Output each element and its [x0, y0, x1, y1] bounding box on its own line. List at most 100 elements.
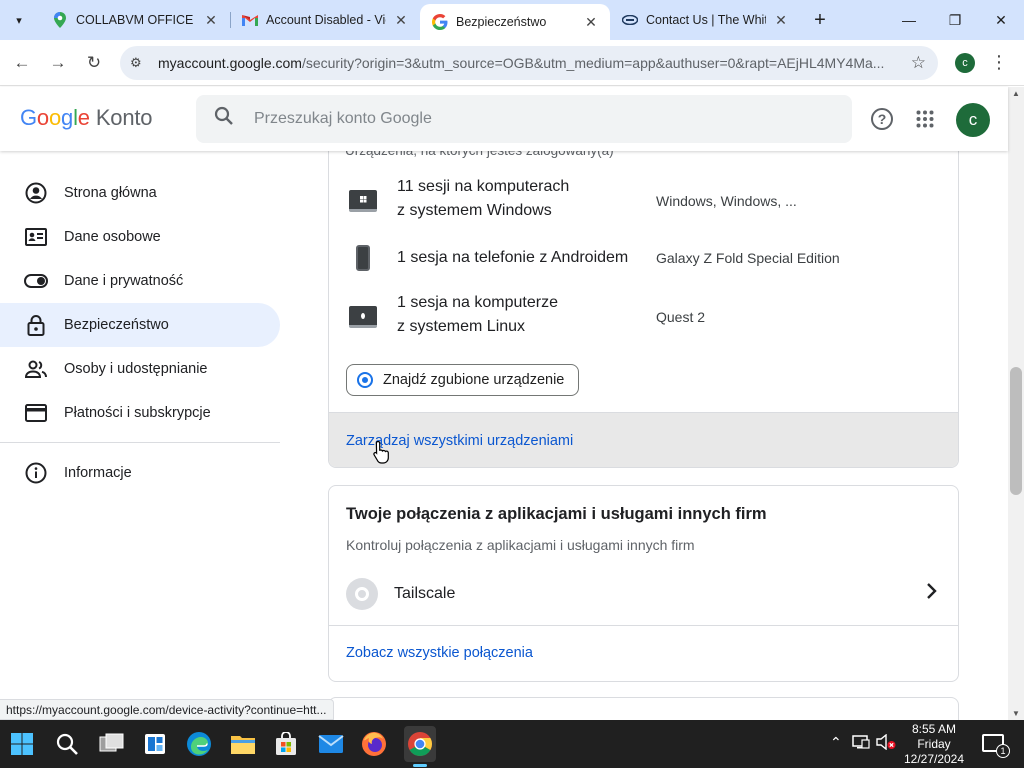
sidebar-divider — [0, 442, 280, 443]
chevron-right-icon — [926, 580, 938, 606]
device-name: 1 sesja na komputerze z systemem Linux — [397, 294, 558, 335]
address-bar[interactable]: ⚙ myaccount.google.com/security?origin=3… — [120, 46, 938, 80]
lock-icon — [24, 313, 48, 337]
credit-card-icon — [24, 401, 48, 425]
sidebar-item-label: Strona główna — [64, 185, 157, 201]
sidebar-item-label: Dane i prywatność — [64, 273, 184, 289]
whitehouse-seal-icon — [622, 12, 638, 28]
laptop-linux-icon — [349, 306, 377, 328]
id-card-icon — [24, 225, 48, 249]
find-lost-device-button[interactable]: Znajdź zgubione urządzenie — [346, 364, 580, 396]
volume-muted-icon[interactable] — [876, 733, 896, 753]
network-icon[interactable] — [852, 734, 870, 753]
device-row-linux[interactable]: 1 sesja na komputerze z systemem Linux Q… — [329, 291, 958, 347]
file-explorer-icon[interactable] — [229, 730, 257, 758]
show-hidden-icons-chevron-icon[interactable]: ⌃ — [830, 734, 842, 751]
info-icon — [24, 461, 48, 485]
gmail-icon — [242, 12, 258, 28]
task-view-icon[interactable] — [98, 730, 126, 758]
location-target-icon — [357, 372, 373, 388]
mail-icon[interactable] — [317, 730, 345, 758]
device-name: 1 sesja na telefonie z Androidem — [397, 249, 629, 266]
minimize-icon[interactable]: — — [886, 0, 932, 40]
sidebar-item-home[interactable]: Strona główna — [0, 171, 280, 215]
tab-contact-us[interactable]: Contact Us | The White House ✕ — [610, 0, 800, 40]
reload-icon[interactable]: ↻ — [80, 49, 108, 77]
google-konto-logo[interactable]: Google Konto — [20, 105, 153, 131]
laptop-windows-icon — [349, 190, 377, 212]
google-account-header: GoogleKonto ? — [0, 87, 1008, 151]
sidebar-item-label: Osoby i udostępnianie — [64, 361, 208, 377]
sidebar-item-people-sharing[interactable]: Osoby i udostępnianie — [0, 347, 280, 391]
browser-profile-avatar[interactable]: c — [955, 53, 975, 73]
site-settings-icon[interactable]: ⚙ — [130, 55, 152, 71]
scroll-up-arrow-icon[interactable]: ▲ — [1012, 89, 1020, 98]
people-icon — [24, 357, 48, 381]
edge-browser-icon[interactable] — [185, 730, 213, 758]
taskbar-search-icon[interactable] — [53, 730, 81, 758]
close-tab-icon[interactable]: ✕ — [772, 11, 790, 29]
close-tab-icon[interactable]: ✕ — [392, 11, 410, 29]
tab-bezpieczenstwo[interactable]: Bezpieczeństwo ✕ — [420, 4, 610, 40]
hand-pointer-cursor-icon — [373, 440, 391, 464]
widgets-icon[interactable] — [141, 730, 169, 758]
sidebar-item-label: Bezpieczeństwo — [64, 317, 169, 333]
account-circle-icon — [24, 181, 48, 205]
google-apps-grid-icon[interactable] — [913, 107, 937, 131]
google-g-icon — [432, 14, 448, 30]
help-icon[interactable]: ? — [871, 108, 893, 130]
url-text[interactable]: myaccount.google.com/security?origin=3&u… — [158, 55, 898, 71]
connected-app-name: Tailscale — [394, 585, 456, 602]
close-window-icon[interactable]: ✕ — [978, 0, 1024, 40]
tab-title: Bezpieczeństwo — [456, 15, 547, 29]
tailscale-logo-icon — [346, 578, 378, 610]
tab-title: Contact Us | The White House — [646, 13, 766, 27]
page-scrollbar[interactable]: ▲ ▼ — [1008, 87, 1024, 720]
device-row-android[interactable]: 1 sesja na telefonie z Androidem Galaxy … — [329, 241, 958, 281]
back-arrow-icon[interactable]: ← — [8, 49, 36, 77]
close-tab-icon[interactable]: ✕ — [202, 11, 220, 29]
sidebar-item-about[interactable]: Informacje — [0, 451, 280, 495]
tab-collabvm-office[interactable]: COLLABVM OFFICE – Map ✕ — [40, 0, 230, 40]
browser-toolbar: ← → ↻ ⚙ myaccount.google.com/security?or… — [0, 40, 1024, 86]
maps-pin-icon — [52, 12, 68, 28]
tab-title: Account Disabled - View — [266, 13, 386, 27]
phone-icon — [356, 245, 370, 271]
tab-account-disabled[interactable]: Account Disabled - View ✕ — [230, 0, 420, 40]
notification-center-icon[interactable]: 1 — [982, 734, 1010, 758]
close-tab-icon[interactable]: ✕ — [582, 13, 600, 31]
maximize-icon[interactable]: ❐ — [932, 0, 978, 40]
taskbar-clock[interactable]: 8:55 AM Friday 12/27/2024 — [896, 722, 972, 767]
browser-menu-icon[interactable]: ⋮ — [990, 52, 1008, 73]
scrollbar-thumb[interactable] — [1010, 367, 1022, 495]
search-input[interactable] — [254, 110, 814, 128]
account-avatar[interactable]: c — [956, 103, 990, 137]
forward-arrow-icon[interactable]: → — [44, 49, 72, 77]
scroll-down-arrow-icon[interactable]: ▼ — [1012, 709, 1020, 718]
tab-search-chevron-icon[interactable]: ▾ — [6, 8, 32, 32]
connected-app-row[interactable]: Tailscale — [329, 566, 958, 626]
sidebar-item-label: Informacje — [64, 465, 132, 481]
sidebar-item-label: Płatności i subskrypcje — [64, 405, 211, 421]
firefox-icon[interactable] — [360, 730, 388, 758]
windows-start-icon[interactable] — [8, 730, 36, 758]
new-tab-button[interactable]: + — [808, 8, 832, 32]
windows-taskbar: ⌃ 8:55 AM Friday 12/27/2024 1 — [0, 720, 1024, 768]
toggle-icon — [24, 269, 48, 293]
sidebar-item-data-privacy[interactable]: Dane i prywatność — [0, 259, 280, 303]
device-detail: Windows, Windows, ... — [656, 193, 797, 209]
sidebar-item-payments[interactable]: Płatności i subskrypcje — [0, 391, 280, 435]
account-search-box[interactable] — [196, 95, 852, 143]
see-all-connections-link[interactable]: Zobacz wszystkie połączenia — [346, 645, 533, 661]
device-detail: Galaxy Z Fold Special Edition — [656, 250, 840, 266]
device-row-windows[interactable]: 11 sesji na komputerach z systemem Windo… — [329, 175, 958, 231]
tab-title: COLLABVM OFFICE – Map — [76, 13, 196, 27]
device-name: 11 sesji na komputerach z systemem Windo… — [397, 178, 570, 219]
sidebar-item-personal-info[interactable]: Dane osobowe — [0, 215, 280, 259]
bookmark-star-icon[interactable]: ☆ — [911, 53, 926, 73]
microsoft-store-icon[interactable] — [272, 730, 300, 758]
sidebar-item-security[interactable]: Bezpieczeństwo — [0, 303, 280, 347]
chrome-icon[interactable] — [406, 730, 434, 758]
search-icon[interactable] — [214, 106, 244, 132]
manage-all-devices-link[interactable]: Zarządzaj wszystkimi urządzeniami — [329, 412, 958, 467]
